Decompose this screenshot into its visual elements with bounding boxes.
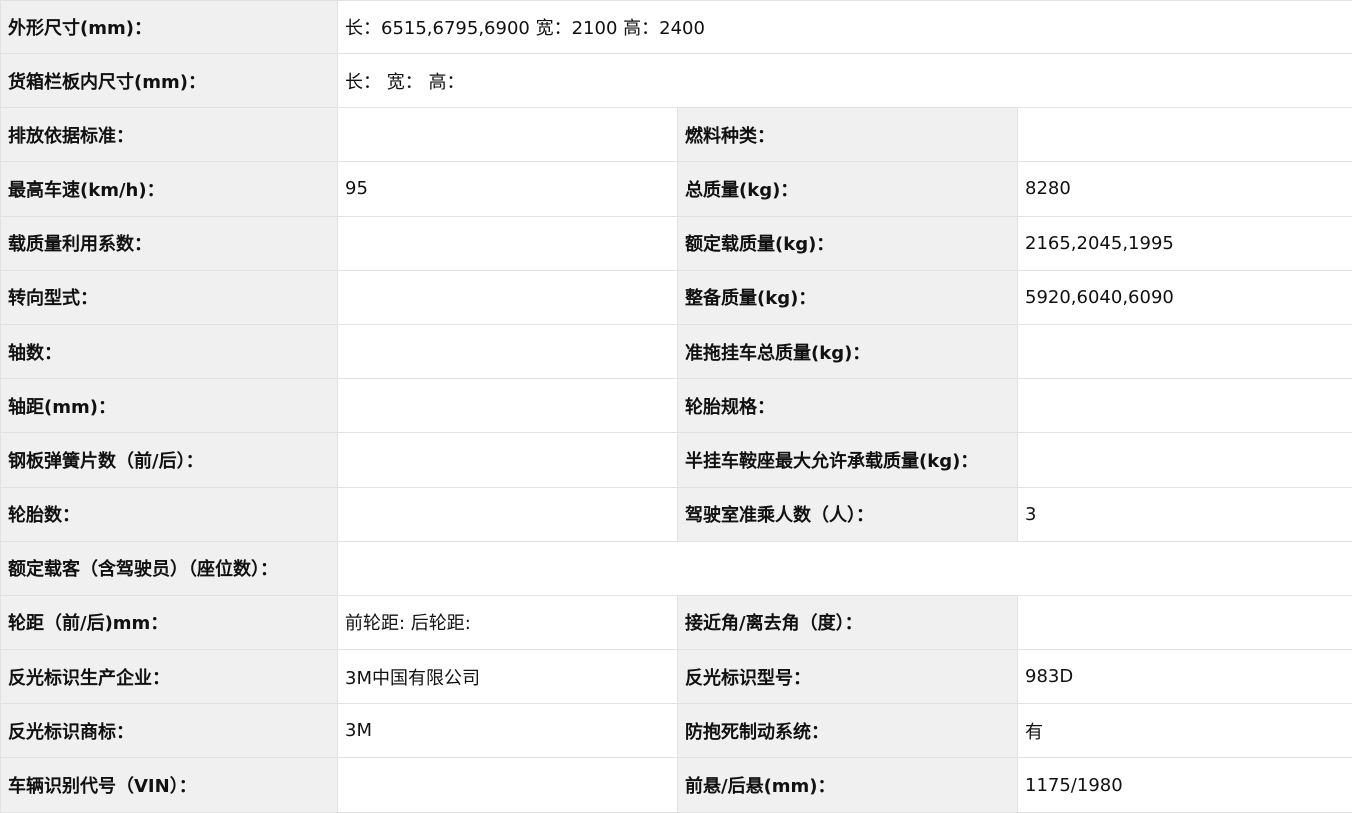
spec-value bbox=[338, 108, 678, 162]
spec-row: 车辆识别代号（VIN）： 前悬/后悬(mm)： 1175/1980 bbox=[1, 758, 1352, 812]
spec-label: 轮距（前/后)mm： bbox=[1, 595, 338, 649]
spec-value bbox=[338, 433, 678, 487]
spec-label: 轴距(mm)： bbox=[1, 379, 338, 433]
spec-value: 1175/1980 bbox=[1018, 758, 1352, 812]
spec-label: 外形尺寸(mm)： bbox=[1, 1, 338, 54]
spec-row-overall-dimensions: 外形尺寸(mm)： 长：6515,6795,6900 宽：2100 高：2400 bbox=[1, 1, 1352, 54]
spec-label: 额定载质量(kg)： bbox=[678, 216, 1018, 270]
spec-value bbox=[338, 541, 1352, 595]
spec-row: 载质量利用系数： 额定载质量(kg)： 2165,2045,1995 bbox=[1, 216, 1352, 270]
spec-label: 轮胎数： bbox=[1, 487, 338, 541]
spec-value bbox=[1018, 433, 1352, 487]
spec-value: 长： 宽： 高： bbox=[338, 54, 1352, 108]
spec-value bbox=[338, 379, 678, 433]
spec-value: 5920,6040,6090 bbox=[1018, 270, 1352, 324]
spec-label: 钢板弹簧片数（前/后）： bbox=[1, 433, 338, 487]
spec-value: 3M bbox=[338, 704, 678, 758]
spec-label: 车辆识别代号（VIN）： bbox=[1, 758, 338, 812]
vehicle-spec-table: 外形尺寸(mm)： 长：6515,6795,6900 宽：2100 高：2400… bbox=[0, 0, 1352, 813]
spec-value: 长：6515,6795,6900 宽：2100 高：2400 bbox=[338, 1, 1352, 54]
spec-value: 983D bbox=[1018, 650, 1352, 704]
spec-value: 8280 bbox=[1018, 162, 1352, 216]
spec-value bbox=[338, 216, 678, 270]
spec-value: 前轮距: 后轮距: bbox=[338, 595, 678, 649]
spec-label: 反光标识生产企业： bbox=[1, 650, 338, 704]
spec-value bbox=[338, 758, 678, 812]
spec-row: 钢板弹簧片数（前/后）： 半挂车鞍座最大允许承载质量(kg)： bbox=[1, 433, 1352, 487]
spec-value: 2165,2045,1995 bbox=[1018, 216, 1352, 270]
spec-label: 前悬/后悬(mm)： bbox=[678, 758, 1018, 812]
spec-label: 准拖挂车总质量(kg)： bbox=[678, 324, 1018, 378]
spec-row: 最高车速(km/h)： 95 总质量(kg)： 8280 bbox=[1, 162, 1352, 216]
spec-value: 3M中国有限公司 bbox=[338, 650, 678, 704]
spec-row: 轮距（前/后)mm： 前轮距: 后轮距: 接近角/离去角（度）： bbox=[1, 595, 1352, 649]
spec-label: 反光标识商标： bbox=[1, 704, 338, 758]
spec-value: 3 bbox=[1018, 487, 1352, 541]
spec-value bbox=[1018, 108, 1352, 162]
spec-label: 转向型式： bbox=[1, 270, 338, 324]
spec-value bbox=[1018, 379, 1352, 433]
spec-label: 最高车速(km/h)： bbox=[1, 162, 338, 216]
spec-label: 防抱死制动系统： bbox=[678, 704, 1018, 758]
spec-label: 额定载客（含驾驶员）（座位数）： bbox=[1, 541, 338, 595]
spec-label: 载质量利用系数： bbox=[1, 216, 338, 270]
spec-label: 排放依据标准： bbox=[1, 108, 338, 162]
spec-label: 货箱栏板内尺寸(mm)： bbox=[1, 54, 338, 108]
spec-label: 总质量(kg)： bbox=[678, 162, 1018, 216]
spec-row: 反光标识商标： 3M 防抱死制动系统： 有 bbox=[1, 704, 1352, 758]
spec-label: 接近角/离去角（度）： bbox=[678, 595, 1018, 649]
spec-label: 燃料种类： bbox=[678, 108, 1018, 162]
spec-row: 轴距(mm)： 轮胎规格： bbox=[1, 379, 1352, 433]
spec-value bbox=[338, 270, 678, 324]
spec-value bbox=[1018, 324, 1352, 378]
spec-label: 轮胎规格： bbox=[678, 379, 1018, 433]
spec-row-rated-passengers: 额定载客（含驾驶员）（座位数）： bbox=[1, 541, 1352, 595]
spec-row-cargo-box-dimensions: 货箱栏板内尺寸(mm)： 长： 宽： 高： bbox=[1, 54, 1352, 108]
spec-row: 转向型式： 整备质量(kg)： 5920,6040,6090 bbox=[1, 270, 1352, 324]
spec-value: 有 bbox=[1018, 704, 1352, 758]
spec-label: 驾驶室准乘人数（人）： bbox=[678, 487, 1018, 541]
spec-row: 轴数： 准拖挂车总质量(kg)： bbox=[1, 324, 1352, 378]
spec-label: 半挂车鞍座最大允许承载质量(kg)： bbox=[678, 433, 1018, 487]
spec-value bbox=[338, 324, 678, 378]
spec-row: 轮胎数： 驾驶室准乘人数（人）： 3 bbox=[1, 487, 1352, 541]
spec-label: 整备质量(kg)： bbox=[678, 270, 1018, 324]
spec-value bbox=[338, 487, 678, 541]
spec-row: 反光标识生产企业： 3M中国有限公司 反光标识型号： 983D bbox=[1, 650, 1352, 704]
spec-value: 95 bbox=[338, 162, 678, 216]
spec-label: 轴数： bbox=[1, 324, 338, 378]
spec-row: 排放依据标准： 燃料种类： bbox=[1, 108, 1352, 162]
spec-label: 反光标识型号： bbox=[678, 650, 1018, 704]
spec-value bbox=[1018, 595, 1352, 649]
